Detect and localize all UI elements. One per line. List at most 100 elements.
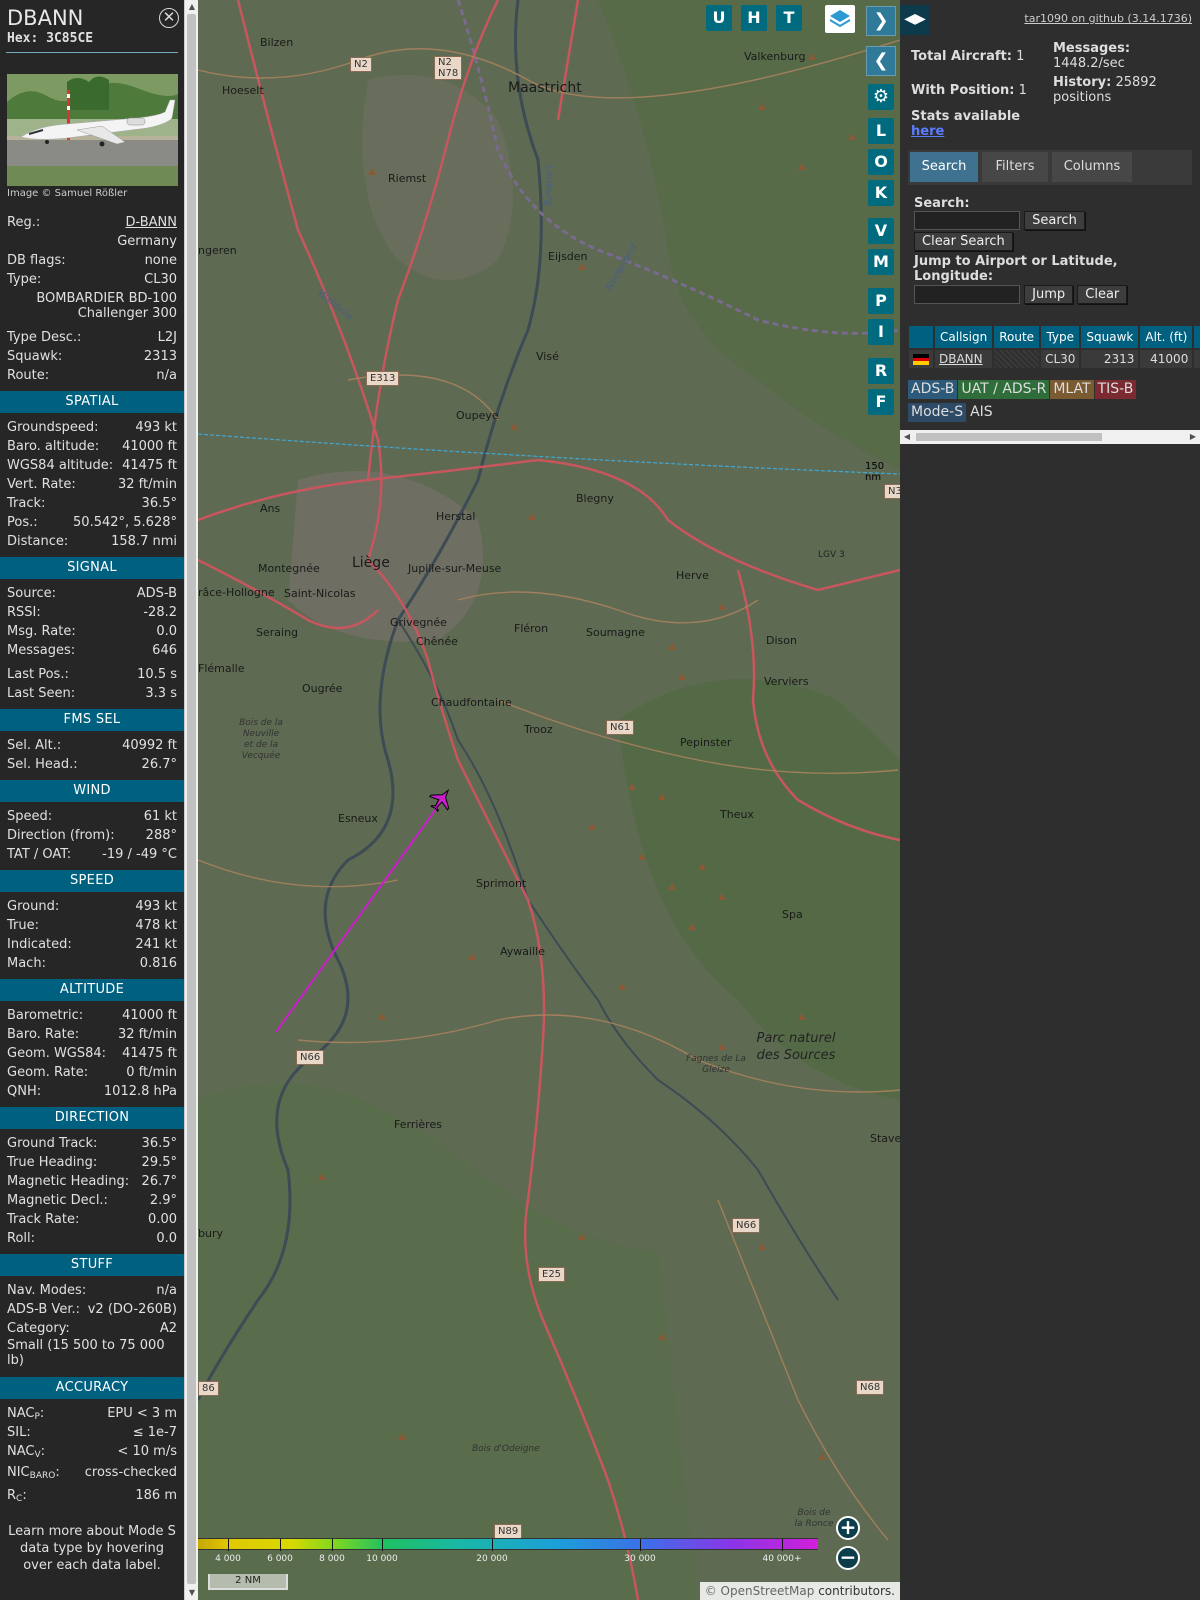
altitude-value: 0 ft/min <box>126 1065 177 1080</box>
scroll-up-icon[interactable]: ▲ <box>185 0 199 14</box>
scroll-left-icon[interactable]: ◀ <box>900 430 914 444</box>
toggle-button-l[interactable]: L <box>868 118 894 144</box>
registration-link[interactable]: D-BANN <box>126 213 178 232</box>
settings-gear-icon[interactable]: ⚙ <box>868 84 894 110</box>
dbflags-value: none <box>144 253 177 268</box>
toggle-button-o[interactable]: O <box>868 149 894 175</box>
jump-input[interactable] <box>914 285 1020 304</box>
direction-label: True Heading: <box>7 1155 98 1170</box>
town-trooz: Trooz <box>524 723 553 736</box>
toggle-button-m[interactable]: M <box>868 249 894 275</box>
photo-credit: Image © Samuel Rößler <box>7 188 128 199</box>
scroll-down-icon[interactable]: ▼ <box>185 1586 199 1600</box>
signal-value: 0.0 <box>156 624 177 639</box>
github-link[interactable]: tar1090 on github (3.14.1736) <box>1024 12 1192 25</box>
zoom-in-button[interactable]: + <box>836 1516 860 1540</box>
label-lgv3: LGV 3 <box>818 550 845 560</box>
sil-row: SIL: ≤ 1e-7 <box>0 1423 184 1442</box>
sil-value: ≤ 1e-7 <box>132 1425 177 1440</box>
toggle-button-v[interactable]: V <box>868 218 894 244</box>
map-view[interactable]: Maastricht Valkenburg Bilzen Hoeselt Rie… <box>198 0 900 1600</box>
legend-tick-label: 40 000+ <box>762 1554 802 1564</box>
signal-value: ADS-B <box>136 586 177 601</box>
clear-search-button[interactable]: Clear Search <box>914 232 1013 251</box>
table-row[interactable]: DBANN CL30 2313 41000 <box>909 350 1200 368</box>
scroll-right-icon[interactable]: ▶ <box>1186 430 1200 444</box>
total-aircraft-value: 1 <box>1016 49 1025 64</box>
osm-attribution[interactable]: © OpenStreetMap contributors. <box>699 1582 900 1600</box>
wind-label: TAT / OAT: <box>7 847 72 862</box>
toggle-button-i[interactable]: I <box>868 319 894 345</box>
town-bilzen: Bilzen <box>260 36 294 49</box>
road-n78: N2 N78 <box>434 56 463 80</box>
aircraft-photo[interactable] <box>7 74 178 186</box>
town-flemalle: Flémalle <box>198 662 245 675</box>
town-montegnee: Montegnée <box>258 562 320 575</box>
column-header[interactable]: Route <box>994 326 1040 348</box>
toolbar-button-h[interactable]: H <box>741 5 767 31</box>
road-n89: N89 <box>494 1524 523 1539</box>
hscroll-thumb[interactable] <box>916 433 1102 441</box>
legend-tick-label: 10 000 <box>366 1554 398 1564</box>
toolbar-button-u[interactable]: U <box>706 5 732 31</box>
stuff-label: Category: <box>7 1321 70 1336</box>
chevron-right-icon[interactable]: ❯ <box>866 6 896 36</box>
column-header[interactable]: Type <box>1041 326 1080 348</box>
scrollbar-thumb[interactable] <box>187 14 196 1584</box>
wind-row: Direction (from): 288° <box>0 826 184 845</box>
stuff-row: Category: A2 <box>0 1319 184 1338</box>
with-position-value: 1 <box>1018 83 1027 98</box>
direction-value: 36.5° <box>141 1136 177 1151</box>
source-badge: AIS <box>967 403 996 422</box>
cell-callsign[interactable]: DBANN <box>935 350 993 368</box>
park-sources: Parc naturel des Sources <box>756 1031 836 1063</box>
typedesc-row: Type Desc.: L2J <box>0 328 184 347</box>
spatial-row: Vert. Rate: 32 ft/min <box>0 475 184 494</box>
altitude-label: Geom. Rate: <box>7 1065 89 1080</box>
clear-button[interactable]: Clear <box>1077 285 1128 304</box>
direction-row: Track Rate: 0.00 <box>0 1210 184 1229</box>
wind-value: 61 kt <box>143 809 177 824</box>
signal-label: Last Seen: <box>7 686 76 701</box>
layers-icon[interactable] <box>825 5 855 33</box>
column-header[interactable]: Spd. <box>1194 326 1200 348</box>
tab-columns[interactable]: Columns <box>1052 152 1132 182</box>
signal-group-2: Last Pos.: 10.5 s Last Seen: 3.3 s <box>0 665 184 703</box>
stuff-value: A2 <box>159 1321 177 1336</box>
osm-link[interactable]: © OpenStreetMap <box>705 1584 815 1598</box>
tab-search[interactable]: Search <box>910 152 978 182</box>
stats-here-link[interactable]: here <box>911 124 944 139</box>
town-verviers: Verviers <box>764 675 809 688</box>
tab-filters[interactable]: Filters <box>982 152 1048 182</box>
column-header[interactable]: Alt. (ft) <box>1140 326 1193 348</box>
toggle-button-r[interactable]: R <box>868 358 894 384</box>
column-header[interactable]: Callsign <box>935 326 993 348</box>
type-long-1: BOMBARDIER BD-100 <box>36 291 177 306</box>
typedesc-value: L2J <box>157 330 177 345</box>
sidebar-scrollbar[interactable]: ▲ ▼ <box>184 0 198 1600</box>
direction-label: Track Rate: <box>7 1212 80 1227</box>
search-button[interactable]: Search <box>1024 211 1085 230</box>
legend-tick-label: 8 000 <box>319 1554 345 1564</box>
chevron-left-icon[interactable]: ❮ <box>866 46 896 76</box>
town-hollogne: râce-Hollogne <box>198 586 275 599</box>
toggle-button-k[interactable]: K <box>868 180 894 206</box>
signal-group: Source: ADS-B RSSI: -28.2 Msg. Rate: 0.0 Messa… <box>0 584 184 660</box>
table-horizontal-scrollbar[interactable]: ◀ ▶ <box>900 430 1200 444</box>
messages-value: 1448.2/sec <box>1053 56 1125 71</box>
toggle-button-f[interactable]: F <box>868 389 894 415</box>
nacp-value: EPU < 3 m <box>107 1406 177 1421</box>
expand-collapse-icon[interactable]: ◀▶ <box>900 5 930 35</box>
direction-label: Magnetic Decl.: <box>7 1193 108 1208</box>
search-input[interactable] <box>914 211 1020 230</box>
column-header[interactable] <box>909 326 933 348</box>
toolbar-button-t[interactable]: T <box>776 5 802 31</box>
close-icon[interactable]: ✕ <box>159 8 179 28</box>
column-header[interactable]: Squawk <box>1081 326 1139 348</box>
nacp-row: NACP: EPU < 3 m <box>0 1404 184 1423</box>
zoom-out-button[interactable]: − <box>836 1546 860 1570</box>
selected-callsign: DBANN <box>7 6 84 30</box>
cell-squawk: 2313 <box>1081 350 1139 368</box>
toggle-button-p[interactable]: P <box>868 288 894 314</box>
jump-button[interactable]: Jump <box>1024 285 1074 304</box>
